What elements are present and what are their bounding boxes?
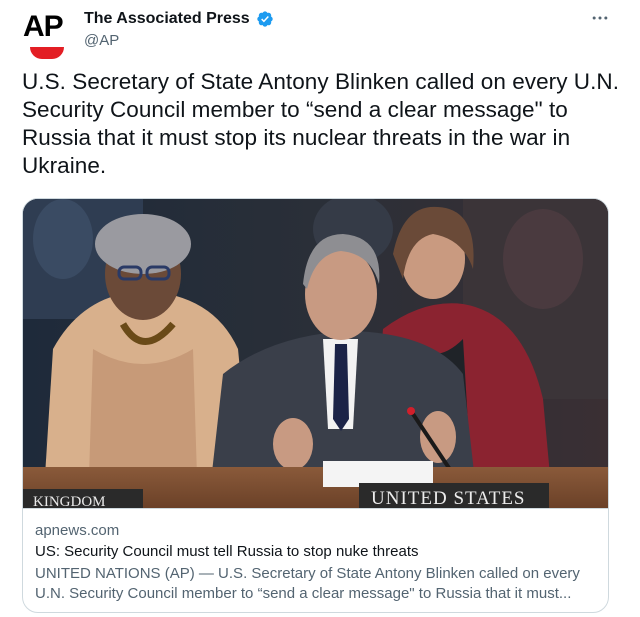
- avatar[interactable]: AP: [20, 10, 74, 64]
- link-card[interactable]: KINGDOM UNITED STATES apnews.com US: Sec…: [22, 198, 609, 613]
- ap-logo-red-shape: [30, 47, 64, 59]
- news-photo-illustration: KINGDOM UNITED STATES: [23, 199, 608, 508]
- link-card-domain: apnews.com: [35, 522, 120, 539]
- link-card-title[interactable]: US: Security Council must tell Russia to…: [35, 542, 598, 562]
- author-name-row: The Associated Press: [84, 9, 274, 29]
- author-handle[interactable]: @AP: [84, 31, 119, 51]
- link-card-description: UNITED NATIONS (AP) — U.S. Secretary of …: [35, 565, 580, 602]
- ap-logo-text: AP: [23, 10, 64, 43]
- more-options-icon[interactable]: [588, 8, 612, 28]
- nameplate-left: KINGDOM: [33, 494, 106, 508]
- more-dots-icon: [592, 16, 608, 20]
- link-card-meta[interactable]: apnews.com US: Security Council must tel…: [23, 508, 608, 612]
- author-display-name[interactable]: The Associated Press: [84, 9, 250, 29]
- tweet-text: U.S. Secretary of State Antony Blinken c…: [22, 69, 619, 178]
- verified-badge-icon: [257, 11, 273, 27]
- nameplate-united-states: UNITED STATES: [371, 488, 526, 508]
- tweet[interactable]: AP The Associated Press @AP U.S. Secreta…: [0, 0, 640, 617]
- link-card-photo[interactable]: KINGDOM UNITED STATES: [23, 199, 608, 508]
